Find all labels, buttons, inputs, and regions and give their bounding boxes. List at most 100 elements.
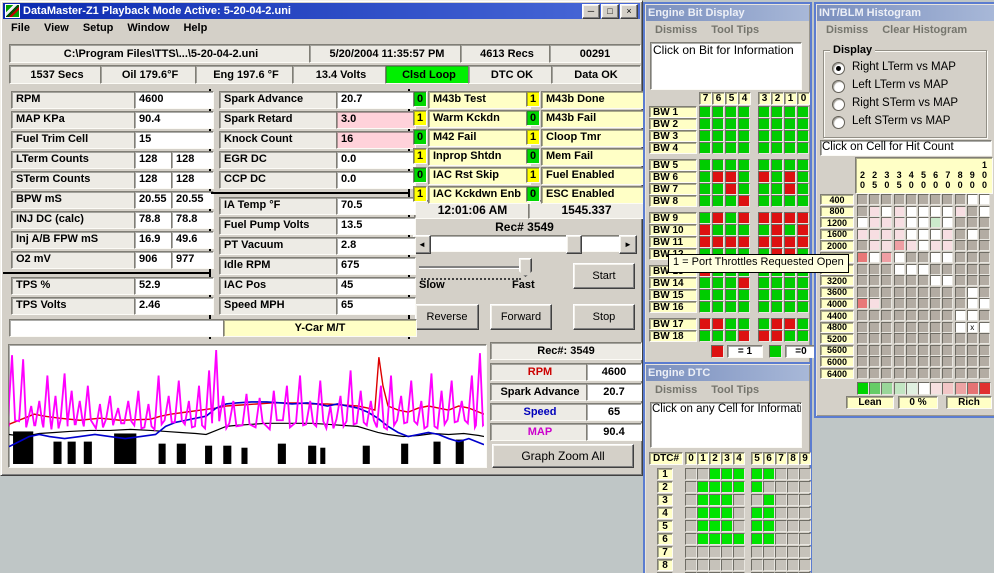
hist-cell[interactable] (967, 356, 978, 367)
hist-cell[interactable] (881, 229, 892, 240)
bw-bit-cell[interactable] (797, 142, 809, 154)
hist-cell[interactable] (894, 240, 905, 251)
dtc-cell[interactable] (787, 520, 799, 532)
bw-bit-cell[interactable] (784, 183, 796, 195)
bw-bit-cell[interactable] (758, 301, 770, 313)
hist-cell[interactable] (881, 206, 892, 217)
dtc-cell[interactable] (763, 507, 775, 519)
hist-cell[interactable] (979, 356, 990, 367)
hist-cell[interactable] (881, 240, 892, 251)
start-button[interactable]: Start (573, 263, 635, 289)
bw-bit-cell[interactable] (725, 171, 737, 183)
bw-bit-cell[interactable] (725, 183, 737, 195)
hist-cell[interactable] (906, 264, 917, 275)
hist-cell[interactable] (894, 229, 905, 240)
hist-cell[interactable] (930, 310, 941, 321)
dtc-cell[interactable] (697, 494, 709, 506)
bw-bit-cell[interactable] (712, 183, 724, 195)
hist-cell[interactable] (955, 252, 966, 263)
hist-cell[interactable]: x (967, 322, 978, 333)
bw-bit-cell[interactable] (725, 212, 737, 224)
bw-bit-cell[interactable] (699, 159, 711, 171)
hist-cell[interactable] (979, 264, 990, 275)
dtc-cell[interactable] (799, 546, 811, 558)
hist-cell[interactable] (930, 322, 941, 333)
bw-bit-cell[interactable] (771, 212, 783, 224)
bw-bit-cell[interactable] (725, 289, 737, 301)
bw-bit-cell[interactable] (784, 318, 796, 330)
bw-bit-cell[interactable] (712, 224, 724, 236)
hist-cell[interactable] (918, 310, 929, 321)
bw-bit-cell[interactable] (784, 330, 796, 342)
dtc-cell[interactable] (685, 481, 697, 493)
bw-bit-cell[interactable] (712, 118, 724, 130)
hist-cell[interactable] (857, 287, 868, 298)
hist-cell[interactable] (906, 252, 917, 263)
hist-cell[interactable] (894, 310, 905, 321)
dtc-cell[interactable] (733, 533, 745, 545)
bw-bit-cell[interactable] (738, 142, 750, 154)
dtc-cell[interactable] (685, 533, 697, 545)
bw-bit-cell[interactable] (738, 224, 750, 236)
hist-cell[interactable] (894, 322, 905, 333)
hist-cell[interactable] (955, 298, 966, 309)
hist-cell[interactable] (881, 310, 892, 321)
hist-cell[interactable] (930, 333, 941, 344)
bw-bit-cell[interactable] (771, 330, 783, 342)
dtc-cell[interactable] (763, 494, 775, 506)
hist-cell[interactable] (857, 356, 868, 367)
hist-cell[interactable] (881, 298, 892, 309)
hist-cell[interactable] (869, 298, 880, 309)
hist-cell[interactable] (918, 322, 929, 333)
hist-cell[interactable] (894, 287, 905, 298)
bit-right-bit-label[interactable]: Mem Fail (541, 148, 644, 166)
hist-cell[interactable] (857, 368, 868, 379)
bw-bit-cell[interactable] (699, 118, 711, 130)
hist-cell[interactable] (918, 240, 929, 251)
hist-cell[interactable] (906, 345, 917, 356)
hist-cell[interactable] (906, 310, 917, 321)
hist-cell[interactable] (918, 229, 929, 240)
hist-cell[interactable] (894, 252, 905, 263)
bit-left-bit-label[interactable]: Warm Kckdn (428, 110, 531, 128)
bw-bit-cell[interactable] (758, 171, 770, 183)
hist-cell[interactable] (979, 310, 990, 321)
hist-cell[interactable] (955, 287, 966, 298)
bw-bit-cell[interactable] (784, 195, 796, 207)
bw-bit-cell[interactable] (797, 330, 809, 342)
bit-left-bit-label[interactable]: M42 Fail (428, 129, 531, 147)
radio-left-sterm-vs-map[interactable] (832, 116, 845, 129)
hist-cell[interactable] (979, 298, 990, 309)
hist-cell[interactable] (979, 287, 990, 298)
bw-bit-cell[interactable] (712, 171, 724, 183)
menu-setup[interactable]: Setup (76, 22, 121, 34)
reverse-button[interactable]: Reverse (415, 304, 479, 330)
hist-cell[interactable] (906, 275, 917, 286)
scrollbar-thumb[interactable] (566, 235, 582, 254)
hist-cell[interactable] (918, 287, 929, 298)
hist-cell[interactable] (955, 322, 966, 333)
hist-cell[interactable] (955, 217, 966, 228)
bw-bit-cell[interactable] (738, 301, 750, 313)
hist-cell[interactable] (857, 252, 868, 263)
histogram-menu-dismiss[interactable]: Dismiss (819, 24, 875, 36)
hist-cell[interactable] (942, 264, 953, 275)
hist-cell[interactable] (930, 345, 941, 356)
hist-cell[interactable] (857, 345, 868, 356)
bw-bit-cell[interactable] (725, 301, 737, 313)
dtc-cell[interactable] (775, 468, 787, 480)
bw-bit-cell[interactable] (758, 318, 770, 330)
hist-cell[interactable] (857, 229, 868, 240)
dtc-cell[interactable] (787, 507, 799, 519)
hist-cell[interactable] (857, 206, 868, 217)
dtc-cell[interactable] (697, 507, 709, 519)
hist-cell[interactable] (942, 275, 953, 286)
hist-cell[interactable] (930, 368, 941, 379)
bw-bit-cell[interactable] (784, 171, 796, 183)
bw-bit-cell[interactable] (771, 236, 783, 248)
dtc-cell[interactable] (721, 468, 733, 480)
dtc-cell[interactable] (721, 520, 733, 532)
bw-bit-cell[interactable] (771, 277, 783, 289)
bw-bit-cell[interactable] (725, 142, 737, 154)
dtc-cell[interactable] (733, 468, 745, 480)
